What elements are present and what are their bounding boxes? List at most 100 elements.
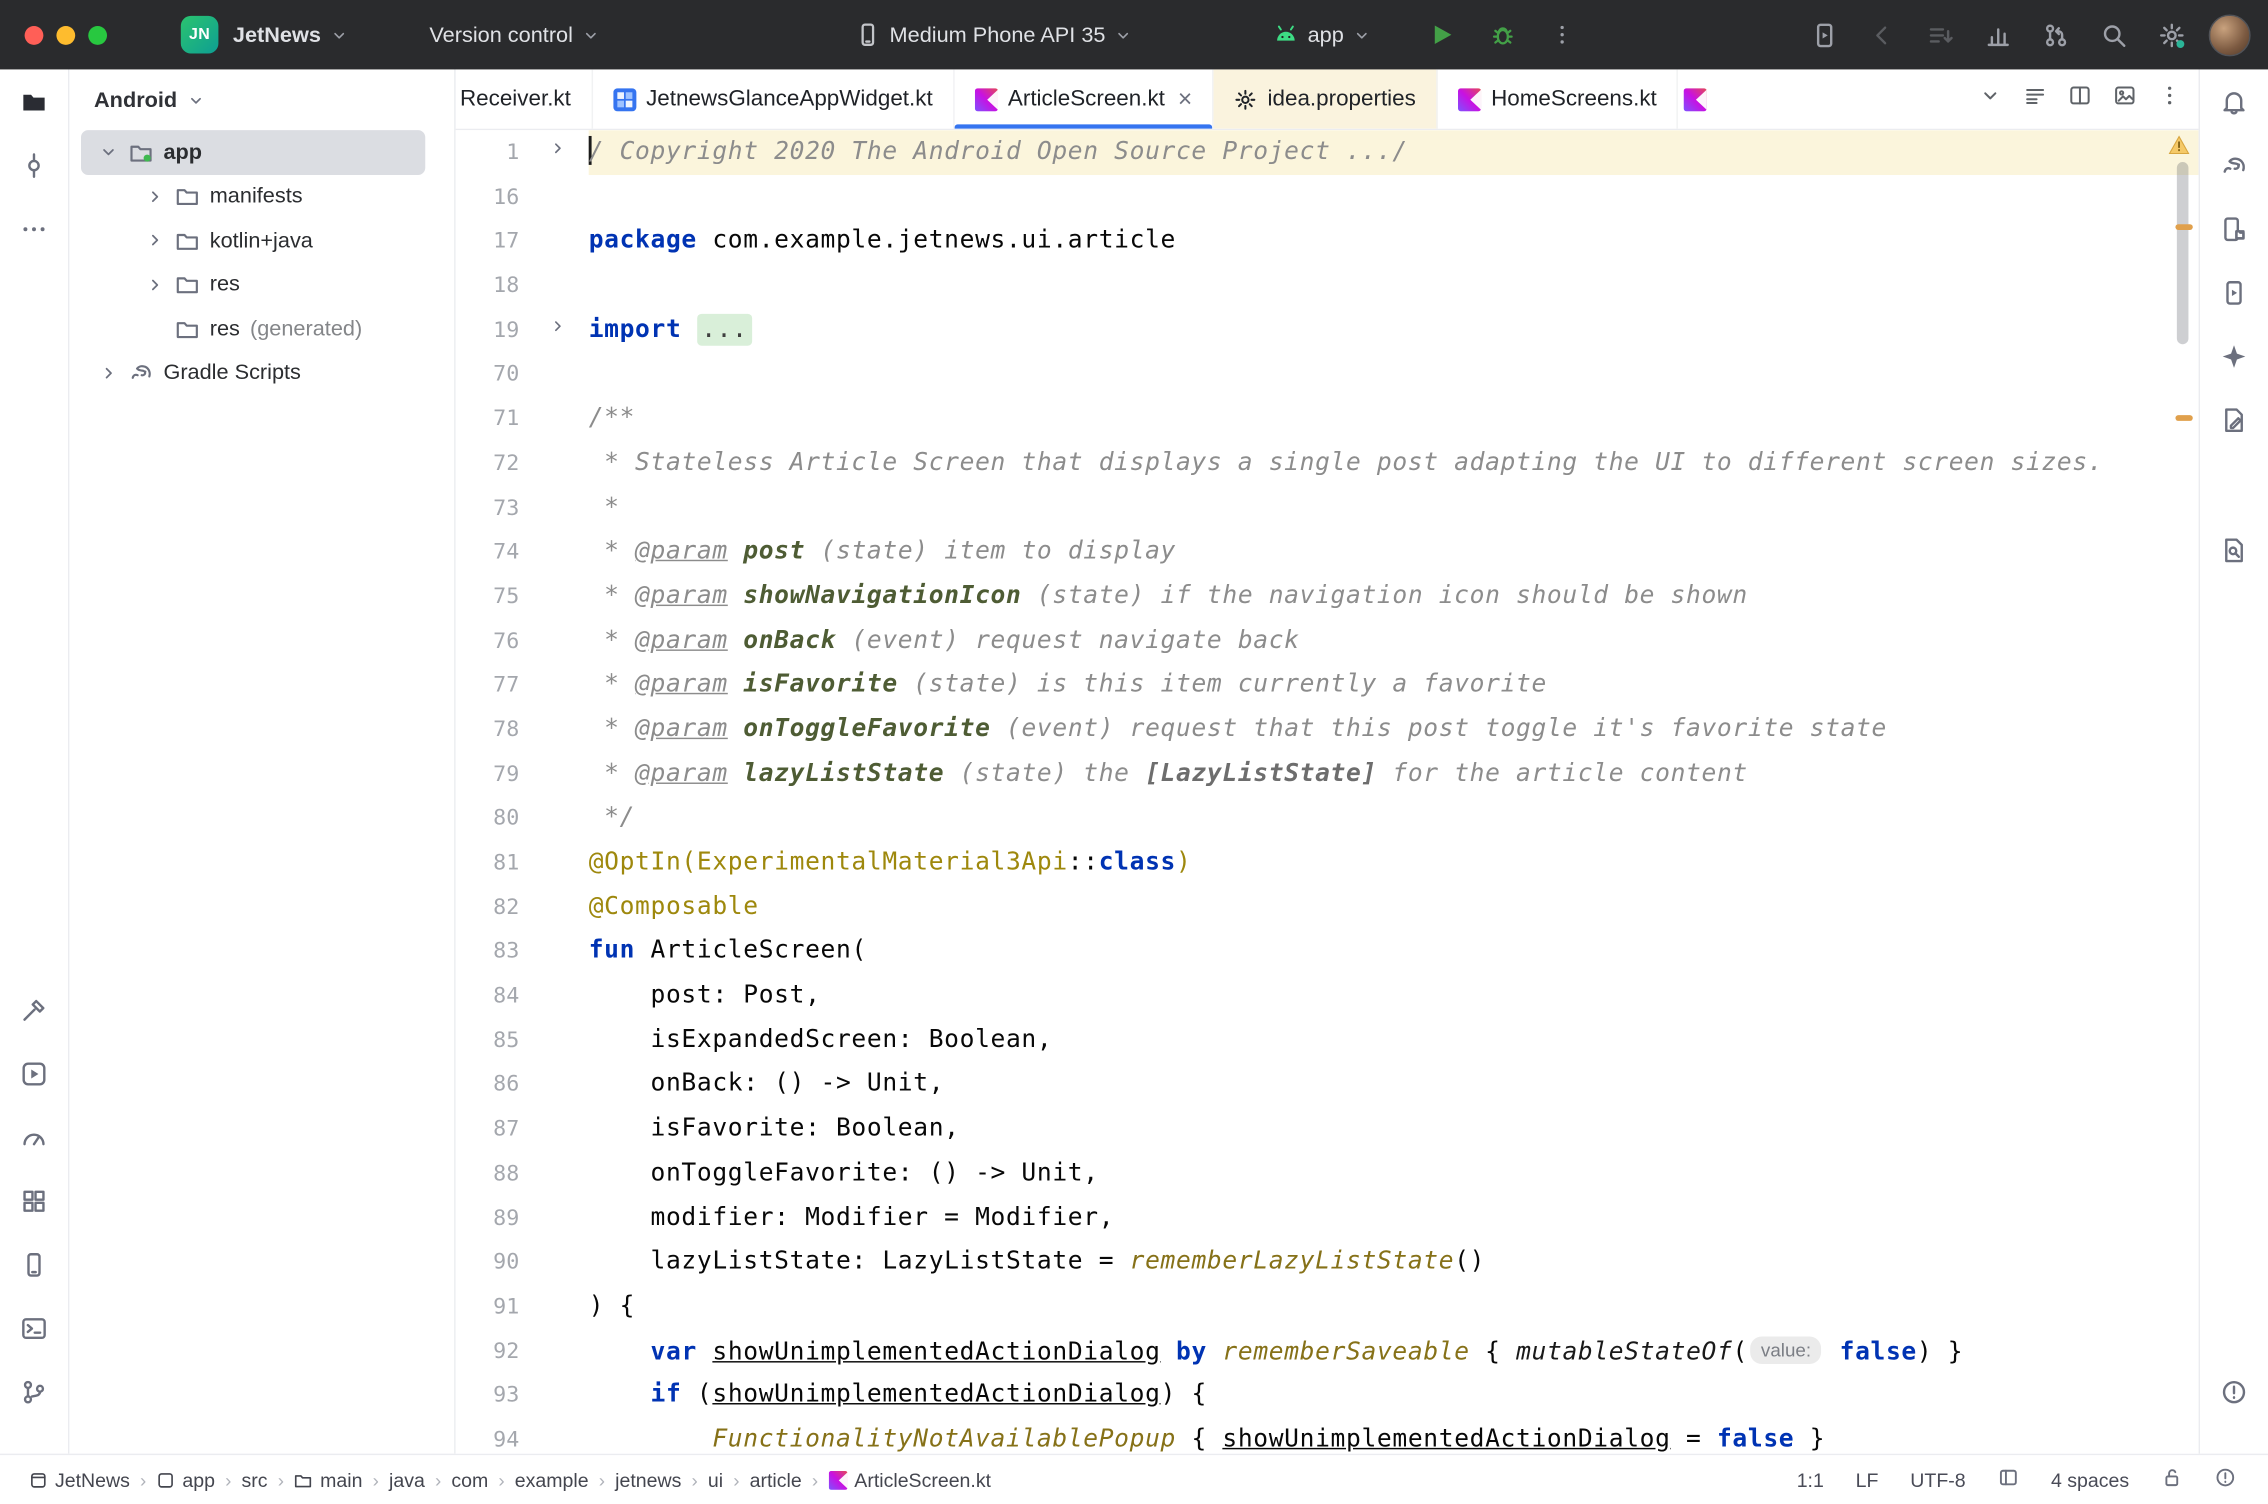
editor-tab-Receiver.kt[interactable]: Receiver.kt: [456, 69, 593, 128]
editor-tab-JetnewsGlanceAppWidget.kt[interactable]: JetnewsGlanceAppWidget.kt: [593, 69, 955, 128]
line-number[interactable]: 92: [456, 1329, 586, 1373]
hidden-tabs-icon[interactable]: [1979, 84, 2002, 114]
more-actions-button[interactable]: [1551, 23, 1574, 46]
line-number[interactable]: 77: [456, 663, 586, 707]
inspections-warning-icon[interactable]: [2168, 135, 2190, 157]
profiler-icon[interactable]: [1977, 14, 2018, 54]
line-number[interactable]: 86: [456, 1062, 586, 1106]
close-button[interactable]: [25, 25, 44, 44]
split-view-icon[interactable]: [2068, 84, 2091, 114]
line-number[interactable]: 78: [456, 707, 586, 751]
caret-position[interactable]: 1:1: [1797, 1469, 1824, 1491]
tree-item-manifests[interactable]: manifests: [81, 174, 425, 218]
line-number[interactable]: 84: [456, 974, 586, 1018]
debug-button[interactable]: [1490, 22, 1516, 48]
line-number[interactable]: 17: [456, 219, 586, 263]
notifications-icon[interactable]: [2212, 80, 2255, 123]
warning-stripe-mark[interactable]: [2175, 415, 2192, 421]
breadcrumb-item-com[interactable]: com: [451, 1469, 488, 1491]
line-number[interactable]: 71: [456, 397, 586, 441]
problems-icon[interactable]: [2212, 1370, 2255, 1413]
line-number[interactable]: 76: [456, 618, 586, 662]
editor-tab-HomeScreens.kt[interactable]: HomeScreens.kt: [1438, 69, 1679, 128]
project-view-selector[interactable]: Android: [69, 69, 454, 130]
breadcrumb-item-src[interactable]: src: [242, 1469, 268, 1491]
editor-tab-idea.properties[interactable]: idea.properties: [1214, 69, 1438, 128]
tree-item-kotlin+java[interactable]: kotlin+java: [81, 218, 425, 262]
device-selector[interactable]: Medium Phone API 35: [843, 14, 1144, 54]
search-icon[interactable]: [2093, 14, 2134, 54]
gemini-icon[interactable]: [2212, 334, 2255, 377]
code-editor[interactable]: 1161718197071727374757677787980818283848…: [456, 130, 2199, 1453]
line-number[interactable]: 88: [456, 1151, 586, 1195]
running-devices-icon[interactable]: [1804, 14, 1845, 54]
line-number[interactable]: 87: [456, 1107, 586, 1151]
fold-marker-icon[interactable]: [548, 308, 567, 352]
device-manager-icon[interactable]: [12, 1242, 55, 1285]
device-file-explorer-icon[interactable]: [2212, 207, 2255, 250]
layout-inspector-icon[interactable]: [2212, 528, 2255, 571]
line-number[interactable]: 70: [456, 352, 586, 396]
file-encoding[interactable]: UTF-8: [1910, 1469, 1965, 1491]
line-separator[interactable]: LF: [1856, 1469, 1879, 1491]
code-view-icon[interactable]: [2024, 84, 2047, 114]
more-horizontal-icon[interactable]: [12, 207, 55, 250]
zoom-button[interactable]: [88, 25, 107, 44]
run-tool-icon[interactable]: [12, 1052, 55, 1095]
breadcrumb-item-app[interactable]: app: [156, 1469, 215, 1491]
back-navigation-icon[interactable]: [1862, 14, 1903, 54]
tree-item-res[interactable]: res (generated): [81, 307, 425, 351]
line-number[interactable]: 85: [456, 1018, 586, 1062]
tree-item-gradle-scripts[interactable]: Gradle Scripts: [81, 351, 425, 395]
settings-icon[interactable]: [2151, 14, 2192, 54]
close-icon[interactable]: ×: [1178, 87, 1192, 112]
breadcrumb-item-ui[interactable]: ui: [708, 1469, 723, 1491]
tree-item-app[interactable]: app: [81, 130, 425, 174]
line-number[interactable]: 83: [456, 929, 586, 973]
breadcrumb-item-example[interactable]: example: [515, 1469, 589, 1491]
version-control-icon[interactable]: [12, 1370, 55, 1413]
line-number[interactable]: 82: [456, 885, 586, 929]
minimize-button[interactable]: [56, 25, 75, 44]
line-number[interactable]: 1: [456, 130, 586, 174]
breadcrumb-item-article[interactable]: article: [750, 1469, 802, 1491]
run-configuration-selector[interactable]: app: [1261, 14, 1383, 54]
breadcrumb-item-java[interactable]: java: [389, 1469, 425, 1491]
readonly-lock-icon[interactable]: [2161, 1467, 2183, 1493]
editor-tab-ArticleScreen.kt[interactable]: ArticleScreen.kt×: [954, 69, 1214, 128]
indent-guides-icon[interactable]: [1997, 1467, 2019, 1493]
inspections-icon[interactable]: [2214, 1467, 2236, 1493]
pull-requests-icon[interactable]: [2035, 14, 2075, 54]
profiler-tool-icon[interactable]: [12, 1115, 55, 1158]
line-number[interactable]: 75: [456, 574, 586, 618]
line-number[interactable]: 16: [456, 175, 586, 219]
project-menu-button[interactable]: JetNews: [221, 15, 360, 54]
breadcrumb-item-jetnews[interactable]: jetnews: [615, 1469, 681, 1491]
run-button[interactable]: [1429, 22, 1455, 48]
line-number[interactable]: 80: [456, 796, 586, 840]
running-devices-icon[interactable]: [2212, 270, 2255, 313]
line-number[interactable]: 81: [456, 840, 586, 884]
gradle-icon[interactable]: [2212, 143, 2255, 186]
line-number[interactable]: 74: [456, 530, 586, 574]
design-view-icon[interactable]: [2113, 84, 2136, 114]
line-number[interactable]: 93: [456, 1373, 586, 1417]
line-number[interactable]: 72: [456, 441, 586, 485]
tree-item-res[interactable]: res: [81, 263, 425, 307]
project-icon[interactable]: [12, 80, 55, 123]
more-vertical-icon[interactable]: [2158, 84, 2181, 114]
line-number[interactable]: 79: [456, 752, 586, 796]
line-number[interactable]: 89: [456, 1195, 586, 1239]
warning-stripe-mark[interactable]: [2175, 224, 2192, 230]
app-inspection-icon[interactable]: [12, 1179, 55, 1222]
line-number[interactable]: 18: [456, 263, 586, 307]
indent-size[interactable]: 4 spaces: [2051, 1469, 2129, 1491]
line-number[interactable]: 94: [456, 1417, 586, 1453]
editor-tab-clipped[interactable]: [1678, 69, 1716, 128]
scrollbar-thumb[interactable]: [2177, 162, 2189, 344]
vcs-update-icon[interactable]: [1919, 14, 1960, 54]
user-avatar[interactable]: [2209, 14, 2251, 56]
app-quality-insights-icon[interactable]: [2212, 398, 2255, 441]
vcs-menu-button[interactable]: Version control: [418, 15, 612, 54]
line-number[interactable]: 73: [456, 485, 586, 529]
